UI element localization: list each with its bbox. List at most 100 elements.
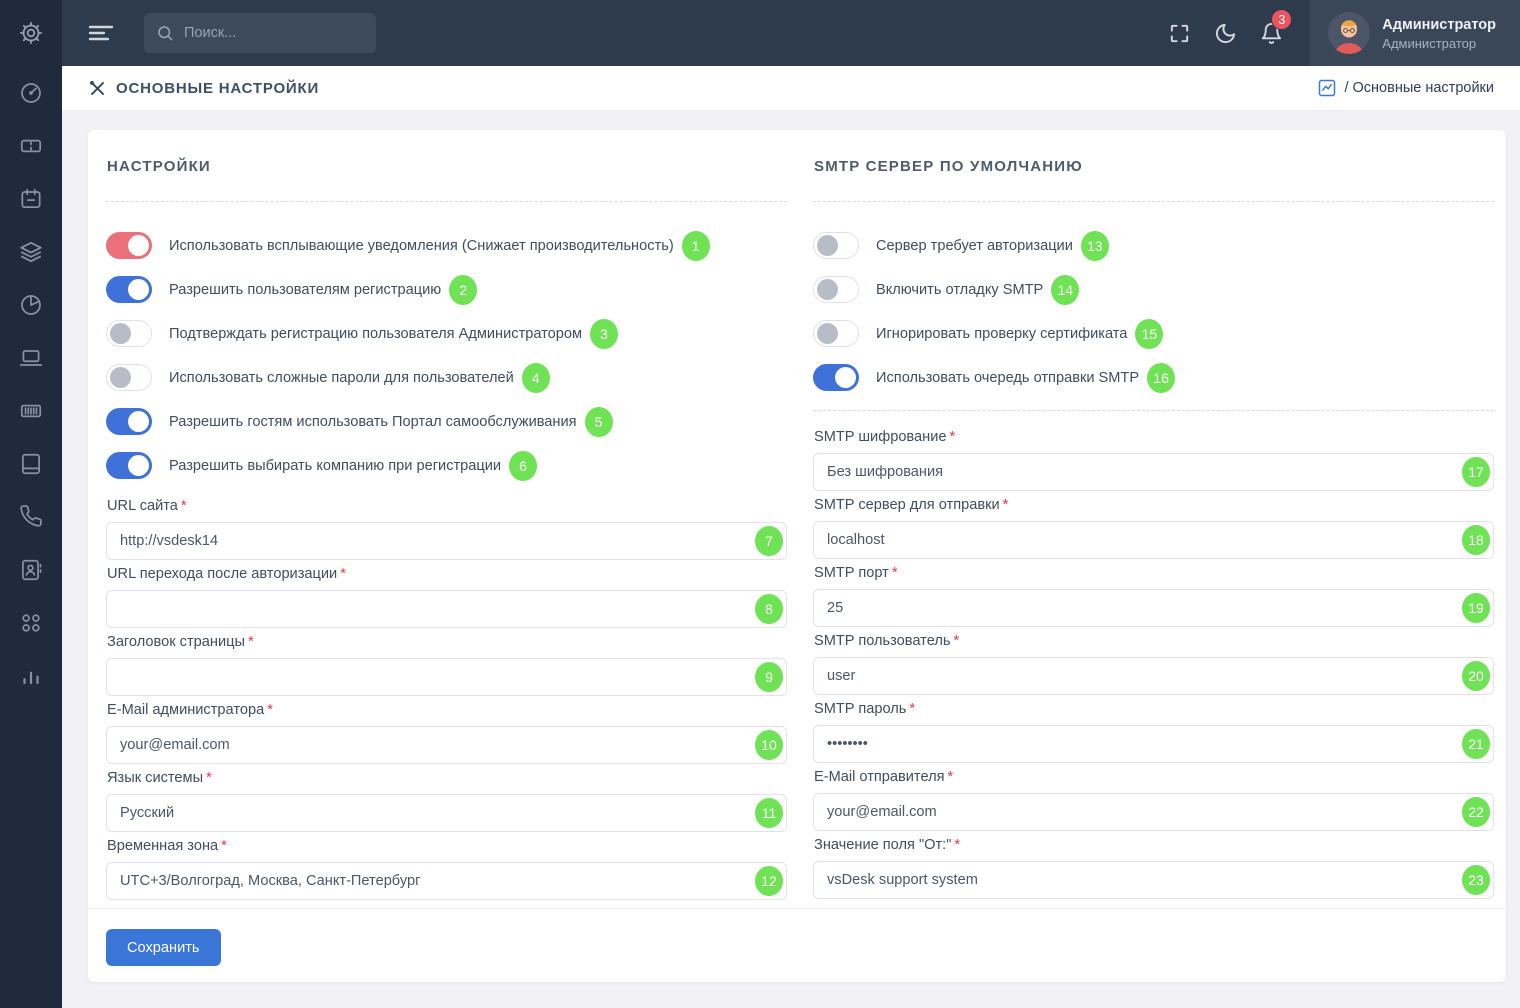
smtp-password-input[interactable]: [813, 725, 1494, 763]
smtp-server-input[interactable]: [813, 521, 1494, 559]
toggle-row-ignore-certificate: Игнорировать проверку сертификата 15: [813, 320, 1494, 347]
avatar: [1328, 12, 1370, 54]
step-badge: 18: [1462, 525, 1490, 555]
page-title: ОСНОВНЫЕ НАСТРОЙКИ: [88, 79, 319, 98]
required-asterisk: *: [909, 701, 915, 717]
sidebar-item-tickets[interactable]: [0, 119, 62, 172]
step-badge: 9: [755, 662, 783, 692]
card-footer: Сохранить: [88, 908, 1506, 982]
toggle-label: Включить отладку SMTP: [876, 282, 1043, 298]
site-url-input[interactable]: [106, 522, 787, 560]
required-asterisk: *: [1003, 497, 1009, 513]
toggle-label: Игнорировать проверку сертификата: [876, 326, 1127, 342]
field-smtp-password: SMTP пароль* 21: [813, 701, 1494, 763]
sidebar-item-knowledge-base[interactable]: [0, 437, 62, 490]
field-label: Заголовок страницы: [107, 634, 245, 650]
user-menu[interactable]: Администратор Администратор: [1310, 0, 1520, 66]
tools-icon: [88, 79, 107, 98]
ticket-icon: [18, 133, 44, 159]
toggle-switch[interactable]: [106, 276, 152, 303]
settings-card: НАСТРОЙКИ Использовать всплывающие уведо…: [88, 130, 1506, 982]
toggle-switch[interactable]: [813, 364, 859, 391]
apps-grid-icon: [18, 610, 44, 636]
sidebar-item-barcode[interactable]: [0, 384, 62, 437]
admin-email-input[interactable]: [106, 726, 787, 764]
sidebar-item-calls[interactable]: [0, 490, 62, 543]
dark-mode-button[interactable]: [1202, 0, 1248, 66]
field-smtp-encryption: SMTP шифрование* 17: [813, 429, 1494, 491]
contacts-book-icon: [18, 557, 44, 583]
sidebar-nav: [0, 66, 62, 702]
step-badge: 19: [1462, 593, 1490, 623]
toggle-switch[interactable]: [106, 320, 152, 347]
step-badge: 11: [755, 798, 783, 828]
field-label: URL перехода после авторизации: [107, 566, 337, 582]
calendar-icon: [18, 186, 44, 212]
smtp-user-input[interactable]: [813, 657, 1494, 695]
timezone-select[interactable]: [106, 862, 787, 900]
subheader: ОСНОВНЫЕ НАСТРОЙКИ / Основные настройки: [62, 66, 1520, 111]
toggle-switch[interactable]: [106, 232, 152, 259]
sidebar-item-statistics[interactable]: [0, 649, 62, 702]
step-badge: 22: [1462, 797, 1490, 827]
step-badge: 7: [755, 526, 783, 556]
toggle-switch[interactable]: [106, 364, 152, 391]
required-asterisk: *: [953, 633, 959, 649]
required-asterisk: *: [181, 498, 187, 514]
toggle-label: Использовать очередь отправки SMTP: [876, 370, 1139, 386]
field-label: SMTP сервер для отправки: [814, 497, 1000, 513]
sender-email-input[interactable]: [813, 793, 1494, 831]
field-label: SMTP пароль: [814, 701, 906, 717]
field-page-title: Заголовок страницы* 9: [106, 634, 787, 696]
hamburger-menu-icon[interactable]: [88, 23, 114, 43]
step-badge: 2: [449, 275, 477, 305]
sidebar-item-contacts[interactable]: [0, 543, 62, 596]
toggle-label: Разрешить гостям использовать Портал сам…: [169, 414, 577, 430]
field-smtp-user: SMTP пользователь* 20: [813, 633, 1494, 695]
notification-count-badge: 3: [1271, 9, 1292, 30]
page-title-input[interactable]: [106, 658, 787, 696]
toggle-switch[interactable]: [106, 408, 152, 435]
step-badge: 15: [1135, 319, 1163, 349]
sidebar-item-settings[interactable]: [0, 0, 62, 66]
sidebar-item-layers[interactable]: [0, 225, 62, 278]
search-icon: [156, 24, 174, 42]
smtp-encryption-select[interactable]: [813, 453, 1494, 491]
user-role: Администратор: [1382, 35, 1496, 52]
required-asterisk: *: [954, 837, 960, 853]
panel-general-settings: НАСТРОЙКИ Использовать всплывающие уведо…: [106, 152, 787, 908]
breadcrumb[interactable]: / Основные настройки: [1317, 78, 1494, 98]
search-input[interactable]: [184, 25, 354, 41]
smtp-port-input[interactable]: [813, 589, 1494, 627]
panel-heading: НАСТРОЙКИ: [107, 158, 787, 175]
sidebar-item-assets[interactable]: [0, 331, 62, 384]
toggle-switch[interactable]: [813, 232, 859, 259]
toggle-row-smtp-queue: Использовать очередь отправки SMTP 16: [813, 364, 1494, 391]
toggle-label: Сервер требует авторизации: [876, 238, 1073, 254]
redirect-url-input[interactable]: [106, 590, 787, 628]
laptop-icon: [18, 345, 44, 371]
field-label: Язык системы: [107, 770, 203, 786]
save-button[interactable]: Сохранить: [106, 929, 221, 966]
toggle-switch[interactable]: [813, 276, 859, 303]
step-badge: 23: [1462, 865, 1490, 895]
sidebar-item-calendar[interactable]: [0, 172, 62, 225]
step-badge: 17: [1462, 457, 1490, 487]
sidebar-item-apps[interactable]: [0, 596, 62, 649]
toggle-switch[interactable]: [106, 452, 152, 479]
toggle-row-company-on-registration: Разрешить выбирать компанию при регистра…: [106, 452, 787, 479]
step-badge: 1: [682, 231, 710, 261]
breadcrumb-text: / Основные настройки: [1344, 80, 1494, 96]
fullscreen-button[interactable]: [1156, 0, 1202, 66]
field-label: E-Mail отправителя: [814, 769, 945, 785]
sidebar-item-reports-pie[interactable]: [0, 278, 62, 331]
sidebar-item-dashboard[interactable]: [0, 66, 62, 119]
field-label: SMTP пользователь: [814, 633, 950, 649]
from-value-input[interactable]: [813, 861, 1494, 899]
step-badge: 10: [755, 730, 783, 760]
notifications-button[interactable]: 3: [1248, 0, 1294, 66]
toggle-label: Подтверждать регистрацию пользователя Ад…: [169, 326, 582, 342]
toggle-row-popup-notifications: Использовать всплывающие уведомления (Сн…: [106, 232, 787, 259]
system-language-select[interactable]: [106, 794, 787, 832]
toggle-switch[interactable]: [813, 320, 859, 347]
